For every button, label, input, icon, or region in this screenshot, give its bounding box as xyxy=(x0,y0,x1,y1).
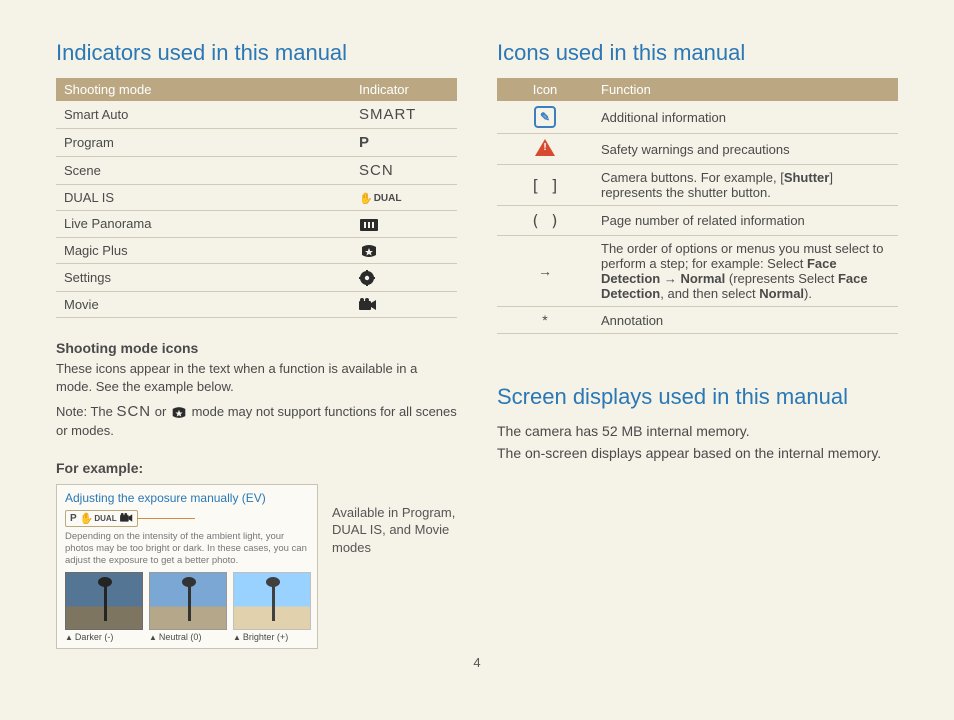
screen-p2: The on-screen displays appear based on t… xyxy=(497,444,898,464)
sub-p2: Note: The SCN or mode may not support fu… xyxy=(56,401,457,440)
thumb: ▲Darker (-) xyxy=(65,572,141,642)
sub-heading: Shooting mode icons xyxy=(56,340,457,356)
table-row: Scene SCN xyxy=(56,157,457,185)
table-row: * Annotation xyxy=(497,307,898,334)
example-side-note: Available in Program, DUAL IS, and Movie… xyxy=(332,484,457,557)
indicator-cell: P xyxy=(351,129,457,157)
thumb-caption: ▲Neutral (0) xyxy=(149,632,225,642)
sub-p1: These icons appear in the text when a fu… xyxy=(56,360,457,396)
thumb: ▲Neutral (0) xyxy=(149,572,225,642)
icons-table: Icon Function ✎ Additional information S… xyxy=(497,78,898,334)
thumbnails: ▲Darker (-) ▲Neutral (0) ▲Brighter (+) xyxy=(65,572,309,642)
info-icon: ✎ xyxy=(534,106,556,128)
star-icon: * xyxy=(542,312,547,328)
mode-cell: Smart Auto xyxy=(56,101,351,129)
movie-icon xyxy=(120,513,133,523)
func-cell: Annotation xyxy=(593,307,898,334)
icon-cell: ( ) xyxy=(497,206,593,236)
thumb-image-brighter xyxy=(233,572,311,630)
parentheses-icon: ( ) xyxy=(531,211,560,230)
th-function: Function xyxy=(593,78,898,101)
icon-cell: [ ] xyxy=(497,165,593,206)
movie-icon xyxy=(359,298,377,312)
th-icon: Icon xyxy=(497,78,593,101)
scn-icon: SCN xyxy=(116,403,151,420)
example-row: Adjusting the exposure manually (EV) P ✋… xyxy=(56,484,457,650)
func-cell: The order of options or menus you must s… xyxy=(593,236,898,307)
shooting-mode-section: Shooting mode icons These icons appear i… xyxy=(56,340,457,440)
example-box: Adjusting the exposure manually (EV) P ✋… xyxy=(56,484,318,650)
indicator-cell: SCN xyxy=(351,157,457,185)
dual-icon: ✋DUAL xyxy=(359,192,401,205)
table-row: Smart Auto SMART xyxy=(56,101,457,129)
indicator-cell xyxy=(351,211,457,238)
page-number: 4 xyxy=(0,655,954,670)
magic-plus-icon xyxy=(170,406,188,419)
right-column: Icons used in this manual Icon Function … xyxy=(497,40,898,649)
func-cell: Safety warnings and precautions xyxy=(593,134,898,165)
th-indicator: Indicator xyxy=(351,78,457,101)
example-title: Adjusting the exposure manually (EV) xyxy=(65,491,309,505)
table-row: Settings xyxy=(56,264,457,292)
mode-cell: Movie xyxy=(56,291,351,318)
left-column: Indicators used in this manual Shooting … xyxy=(56,40,457,649)
thumb-caption: ▲Darker (-) xyxy=(65,632,141,642)
icon-cell: * xyxy=(497,307,593,334)
mode-cell: Live Panorama xyxy=(56,211,351,238)
indicators-table: Shooting mode Indicator Smart Auto SMART… xyxy=(56,78,457,318)
mode-cell: Scene xyxy=(56,157,351,185)
table-row: → The order of options or menus you must… xyxy=(497,236,898,307)
indicator-cell: SMART xyxy=(351,101,457,129)
screen-heading: Screen displays used in this manual xyxy=(497,384,898,410)
panorama-icon xyxy=(359,218,379,232)
smart-icon: SMART xyxy=(359,106,416,123)
screen-p1: The camera has 52 MB internal memory. xyxy=(497,422,898,442)
mode-cell: DUAL IS xyxy=(56,185,351,211)
scn-icon: SCN xyxy=(359,162,394,179)
mode-cell: Program xyxy=(56,129,351,157)
arrow-icon: → xyxy=(538,263,552,279)
indicator-cell xyxy=(351,237,457,264)
table-row: Program P xyxy=(56,129,457,157)
table-row: ✎ Additional information xyxy=(497,101,898,134)
func-cell: Camera buttons. For example, [Shutter] r… xyxy=(593,165,898,206)
indicator-cell xyxy=(351,291,457,318)
th-mode: Shooting mode xyxy=(56,78,351,101)
table-row: Movie xyxy=(56,291,457,318)
thumb-caption: ▲Brighter (+) xyxy=(233,632,309,642)
indicator-cell xyxy=(351,264,457,292)
thumb: ▲Brighter (+) xyxy=(233,572,309,642)
magic-plus-icon xyxy=(359,244,379,258)
table-row: Live Panorama xyxy=(56,211,457,238)
table-row: ( ) Page number of related information xyxy=(497,206,898,236)
for-example-label: For example: xyxy=(56,460,457,476)
example-desc: Depending on the intensity of the ambien… xyxy=(65,531,309,567)
mode-cell: Settings xyxy=(56,264,351,292)
func-cell: Additional information xyxy=(593,101,898,134)
indicators-heading: Indicators used in this manual xyxy=(56,40,457,66)
icon-cell xyxy=(497,134,593,165)
brackets-icon: [ ] xyxy=(531,176,560,195)
thumb-image-neutral xyxy=(149,572,227,630)
screen-section: Screen displays used in this manual The … xyxy=(497,384,898,463)
warning-icon xyxy=(535,139,555,156)
icon-cell: → xyxy=(497,236,593,307)
thumb-image-darker xyxy=(65,572,143,630)
p-icon: P xyxy=(359,134,369,151)
table-row: [ ] Camera buttons. For example, [Shutte… xyxy=(497,165,898,206)
settings-icon xyxy=(359,270,375,286)
mode-cell: Magic Plus xyxy=(56,237,351,264)
icons-heading: Icons used in this manual xyxy=(497,40,898,66)
table-row: Magic Plus xyxy=(56,237,457,264)
table-row: Safety warnings and precautions xyxy=(497,134,898,165)
indicator-cell: ✋DUAL xyxy=(351,185,457,211)
icon-cell: ✎ xyxy=(497,101,593,134)
func-cell: Page number of related information xyxy=(593,206,898,236)
table-row: DUAL IS ✋DUAL xyxy=(56,185,457,211)
example-badge: P ✋DUAL xyxy=(65,510,138,527)
